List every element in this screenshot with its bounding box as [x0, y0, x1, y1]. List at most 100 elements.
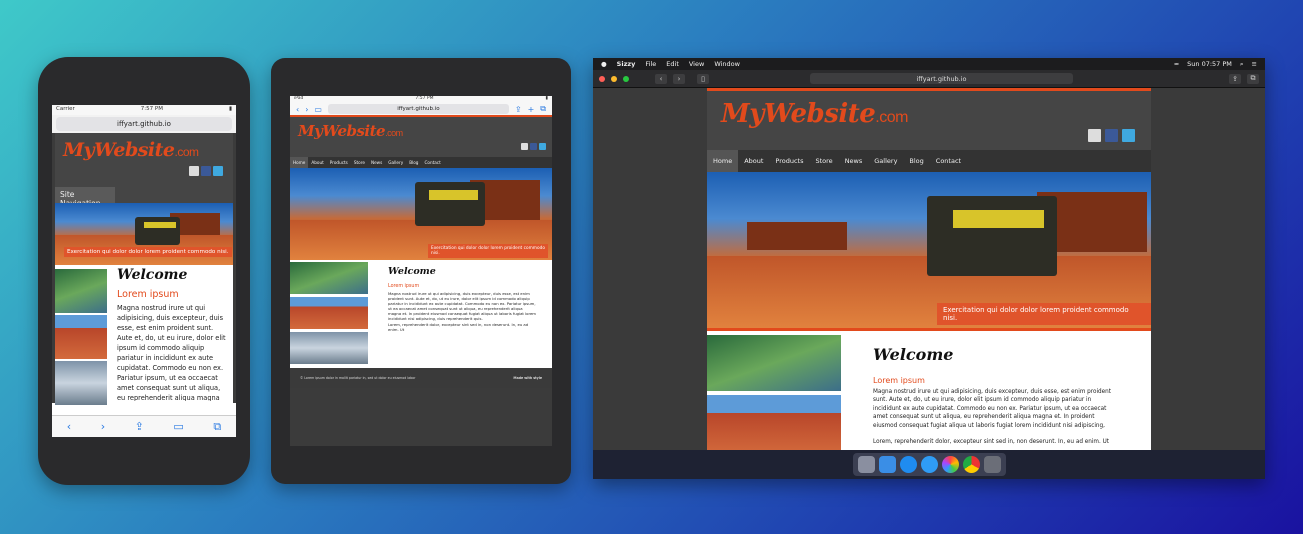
nav-about[interactable]: About	[308, 157, 326, 168]
battery-icon: ▮	[228, 106, 232, 112]
facebook-icon[interactable]	[201, 166, 211, 176]
nav-gallery[interactable]: Gallery	[868, 150, 903, 172]
thumbnail-cliff	[55, 269, 107, 313]
facebook-icon[interactable]	[530, 143, 537, 150]
tabs-icon[interactable]: ⧉	[213, 420, 221, 434]
thumbnail-snow	[55, 361, 107, 405]
hero-image: Exercitation qui dolor dolor lorem proid…	[707, 172, 1151, 328]
nav-news[interactable]: News	[839, 150, 869, 172]
menu-edit[interactable]: Edit	[666, 60, 679, 68]
lorem-heading: Lorem ipsum	[117, 289, 179, 300]
nav-blog[interactable]: Blog	[406, 157, 421, 168]
social-icons	[1088, 129, 1135, 142]
phone-url-bar[interactable]: iffyart.github.io	[56, 117, 232, 131]
apple-icon[interactable]: ●	[601, 60, 607, 68]
site-navigation-toggle[interactable]: Site Navigation	[55, 187, 115, 208]
phone-page: MyWebsite.com Site Navigation Exercitati…	[52, 133, 236, 405]
desktop-window: ● Sizzy File Edit View Window ≈ Sun 07:5…	[593, 58, 1265, 479]
nav-about[interactable]: About	[738, 150, 769, 172]
battery-icon: ▮	[545, 96, 548, 101]
body-paragraph-2: Lorem, reprehenderit dolor, excepteur si…	[388, 322, 529, 332]
content-area: Welcome Lorem ipsum Magna nostrud irure …	[290, 260, 552, 368]
tabs-icon[interactable]: ⧉	[1247, 73, 1259, 84]
share-icon[interactable]: ⇪	[515, 105, 522, 114]
dock-tray	[852, 453, 1006, 476]
desktop-site: MyWebsite.com Home About Products Store …	[707, 88, 1151, 450]
logo-com: .com	[385, 128, 403, 138]
back-icon[interactable]: ‹	[296, 105, 299, 114]
app-store-icon[interactable]	[899, 456, 917, 473]
forward-icon[interactable]: ›	[101, 420, 105, 433]
bookmarks-icon[interactable]: ▭	[314, 105, 322, 114]
site-logo[interactable]: MyWebsite.com	[63, 139, 199, 161]
email-icon[interactable]	[1088, 129, 1101, 142]
menubar-clock[interactable]: Sun 07:57 PM	[1187, 60, 1232, 69]
site-logo[interactable]: MyWebsite.com	[298, 122, 403, 140]
close-button[interactable]	[599, 75, 605, 82]
share-icon[interactable]: ⇪	[135, 420, 144, 433]
wifi-icon[interactable]: ≈	[1174, 60, 1179, 69]
nav-contact[interactable]: Contact	[421, 157, 443, 168]
twitter-icon[interactable]	[1122, 129, 1135, 142]
nav-news[interactable]: News	[368, 157, 385, 168]
welcome-heading: Welcome	[117, 267, 188, 283]
email-icon[interactable]	[521, 143, 528, 150]
finder-icon[interactable]	[878, 456, 896, 473]
hero-caption: Exercitation qui dolor dolor lorem proid…	[937, 303, 1151, 325]
bookmarks-icon[interactable]: ▭	[173, 420, 183, 433]
thumbnail-rock	[290, 297, 368, 329]
phone-screen: Carrier 7:57 PM ▮ iffyart.github.io MyWe…	[52, 105, 236, 437]
thumbnail-snow	[290, 332, 368, 364]
back-icon[interactable]: ‹	[67, 420, 71, 433]
preferences-icon[interactable]	[983, 456, 1001, 473]
twitter-icon[interactable]	[539, 143, 546, 150]
nav-contact[interactable]: Contact	[930, 150, 967, 172]
minimize-button[interactable]	[611, 75, 617, 82]
site-nav: Home About Products Store News Gallery B…	[290, 157, 552, 168]
back-button[interactable]: ‹	[655, 73, 667, 84]
content-area: Welcome Lorem ipsum Magna nostrud irure …	[707, 331, 1151, 450]
email-icon[interactable]	[189, 166, 199, 176]
tablet-status-bar: iPad 7:57 PM ▮	[290, 96, 552, 103]
nav-products[interactable]: Products	[327, 157, 351, 168]
nav-blog[interactable]: Blog	[903, 150, 929, 172]
nav-home[interactable]: Home	[707, 150, 739, 172]
social-icons	[521, 143, 546, 150]
sidebar-icon[interactable]: ▯	[697, 73, 709, 84]
desktop-url-bar[interactable]: iffyart.github.io	[810, 73, 1073, 84]
hero-image: Exercitation qui dolor dolor lorem proid…	[290, 168, 552, 260]
site-logo[interactable]: MyWebsite.com	[721, 99, 908, 129]
menu-window[interactable]: Window	[714, 60, 740, 68]
nav-gallery[interactable]: Gallery	[385, 157, 406, 168]
twitter-icon[interactable]	[213, 166, 223, 176]
chrome-icon[interactable]	[962, 456, 980, 473]
nav-store[interactable]: Store	[810, 150, 839, 172]
list-icon[interactable]: ≡	[1252, 60, 1257, 69]
logo-my: My	[721, 99, 764, 129]
menu-file[interactable]: File	[645, 60, 656, 68]
phone-toolbar: ‹ › ⇪ ▭ ⧉	[52, 415, 236, 437]
footer-copyright: © Lorem ipsum dolor in mollit pariatur i…	[300, 376, 416, 380]
hero-caption: Exercitation qui dolor dolor lorem proid…	[428, 244, 548, 258]
forward-button[interactable]: ›	[673, 73, 685, 84]
thumbnail-rock	[55, 315, 107, 359]
facebook-icon[interactable]	[1105, 129, 1118, 142]
search-icon[interactable]: ⌕	[1240, 60, 1244, 69]
share-icon[interactable]: ⇪	[1229, 73, 1241, 84]
thumbnail-cliff	[707, 335, 841, 391]
menu-view[interactable]: View	[689, 60, 704, 68]
nav-products[interactable]: Products	[769, 150, 809, 172]
photos-icon[interactable]	[941, 456, 959, 473]
safari-icon[interactable]	[920, 456, 938, 473]
new-tab-icon[interactable]: +	[528, 105, 535, 114]
menu-app[interactable]: Sizzy	[617, 60, 636, 68]
forward-icon[interactable]: ›	[305, 105, 308, 114]
nav-home[interactable]: Home	[290, 157, 309, 168]
desktop-viewport: MyWebsite.com Home About Products Store …	[593, 88, 1265, 450]
nav-store[interactable]: Store	[351, 157, 368, 168]
launchpad-icon[interactable]	[857, 456, 875, 473]
tablet-url-bar[interactable]: iffyart.github.io	[327, 104, 509, 114]
tabs-icon[interactable]: ⧉	[540, 104, 546, 114]
maximize-button[interactable]	[623, 75, 629, 82]
browser-titlebar: ‹ › ▯ iffyart.github.io ⇪ ⧉	[593, 70, 1265, 88]
